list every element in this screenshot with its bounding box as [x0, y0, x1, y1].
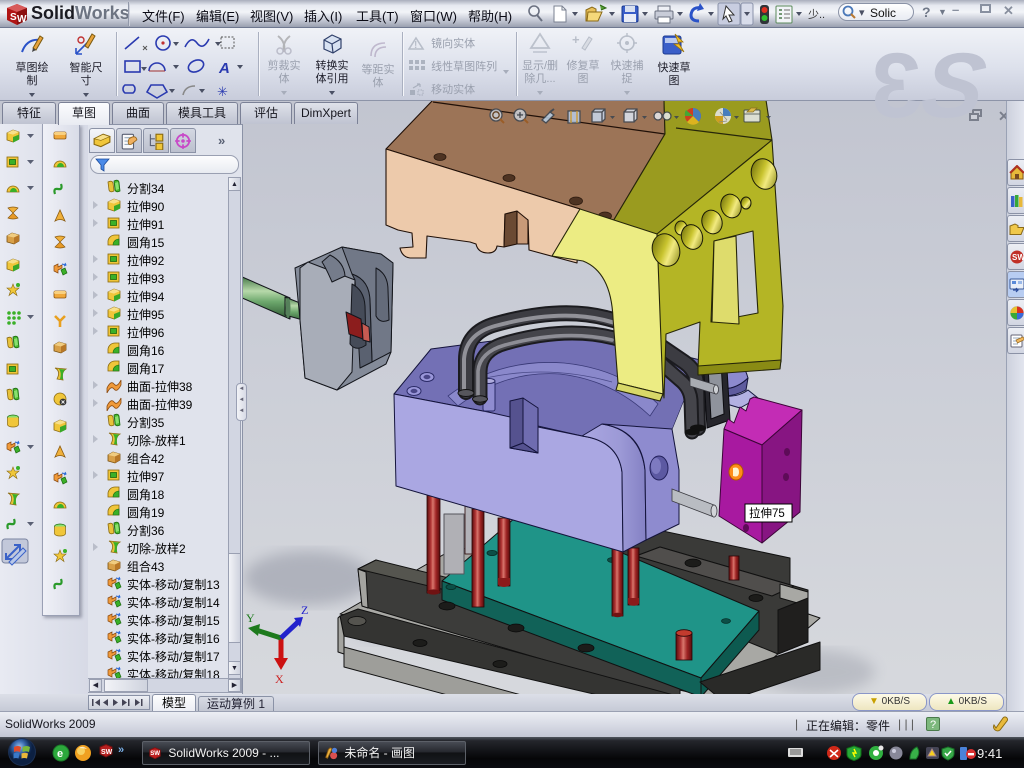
- svg-text:»: »: [118, 744, 124, 756]
- svg-text:SW: SW: [101, 749, 113, 756]
- svg-text:A: A: [218, 60, 230, 77]
- svg-text:Y: Y: [246, 611, 255, 625]
- svg-text:+: +: [572, 32, 580, 47]
- svg-text:拉伸75: 拉伸75: [749, 506, 785, 520]
- svg-text:✳: ✳: [217, 84, 228, 99]
- svg-text:X: X: [275, 672, 284, 686]
- svg-text:S: S: [10, 12, 17, 23]
- svg-text:W: W: [17, 14, 27, 25]
- svg-text:Z: Z: [301, 603, 308, 617]
- svg-text:SW: SW: [150, 750, 160, 757]
- svg-text:SW: SW: [1012, 253, 1024, 262]
- svg-text:e: e: [57, 748, 63, 760]
- svg-text:少..: 少..: [808, 8, 825, 21]
- svg-text:!: !: [414, 40, 417, 51]
